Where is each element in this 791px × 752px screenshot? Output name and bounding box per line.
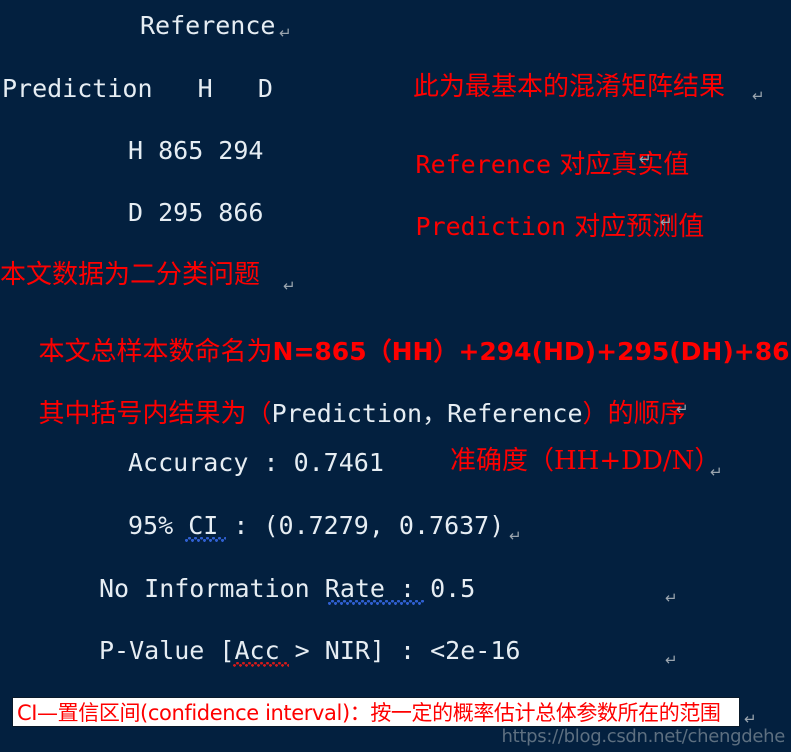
pilcrow-mark: ↵: [665, 651, 678, 669]
annotation-total-sample-prefix: 本文总样本数命名为: [38, 337, 273, 367]
stat-confidence-interval: 95% CI : (0.7279, 0.7637): [128, 511, 505, 540]
definition-text: CI—置信区间(confidence interval)：按一定的概率估计总体参…: [17, 701, 721, 725]
annotation-bracket-close: ）: [582, 399, 608, 428]
annotation-reference-text: 对应真实值: [551, 150, 690, 180]
matrix-row-h: H 865 294: [128, 136, 264, 165]
watermark-text: https://blog.csdn.net/chengdehe: [501, 726, 786, 747]
pilcrow-mark: ↵: [676, 400, 689, 418]
pilcrow-mark: ↵: [660, 213, 673, 231]
slide-canvas: Reference ↵ Prediction H D 此为最基本的混淆矩阵结果 …: [0, 0, 791, 752]
pilcrow-mark: ↵: [509, 527, 522, 545]
matrix-row-d: D 295 866: [128, 198, 264, 227]
annotation-bracket-order: 其中括号内结果为（Prediction，Reference）的顺序: [0, 385, 686, 443]
annotation-basic-result: 此为最基本的混淆矩阵结果: [413, 72, 726, 102]
annotation-binary-problem: 本文数据为二分类问题: [0, 260, 261, 290]
pilcrow-mark: ↵: [279, 24, 292, 42]
annotation-reference-term: Reference: [415, 150, 551, 179]
annotation-bracket-order-prefix: 其中括号内结果为: [38, 399, 247, 429]
annotation-total-sample: 本文总样本数命名为N=865（HH）+294(HD)+295(DH)+866(D…: [0, 323, 791, 381]
annotation-bracket-open: （: [246, 399, 272, 428]
annotation-bracket-order-suffix: 的顺序: [607, 399, 686, 429]
pilcrow-mark: ↵: [639, 150, 652, 168]
annotation-total-sample-formula: N=865（HH）+294(HD)+295(DH)+866(DD): [272, 337, 791, 366]
pilcrow-mark: ↵: [710, 463, 723, 481]
annotation-prediction-meaning: Prediction 对应预测值: [377, 198, 705, 256]
annotation-prediction-text: 对应预测值: [566, 212, 705, 242]
annotation-bracket-inner: Prediction，Reference: [271, 399, 583, 428]
spellcheck-squiggle-rate: [328, 600, 424, 605]
prediction-header: Prediction H D: [2, 74, 273, 103]
spellcheck-squiggle-acc: [233, 662, 289, 667]
pilcrow-mark: ↵: [752, 87, 765, 105]
pilcrow-mark: ↵: [665, 589, 678, 607]
annotation-accuracy-meaning: 准确度（HH+DD/N）: [450, 446, 721, 476]
annotation-prediction-term: Prediction: [415, 212, 567, 241]
reference-header: Reference: [140, 11, 276, 40]
stat-accuracy: Accuracy : 0.7461: [128, 448, 384, 477]
definition-callout-box: CI—置信区间(confidence interval)：按一定的概率估计总体参…: [12, 697, 740, 727]
spellcheck-squiggle-ci: [185, 537, 226, 542]
pilcrow-mark: ↵: [283, 277, 296, 295]
stat-p-value: P-Value [Acc > NIR] : <2e-16: [99, 636, 521, 665]
stat-no-information-rate: No Information Rate : 0.5: [99, 574, 476, 603]
